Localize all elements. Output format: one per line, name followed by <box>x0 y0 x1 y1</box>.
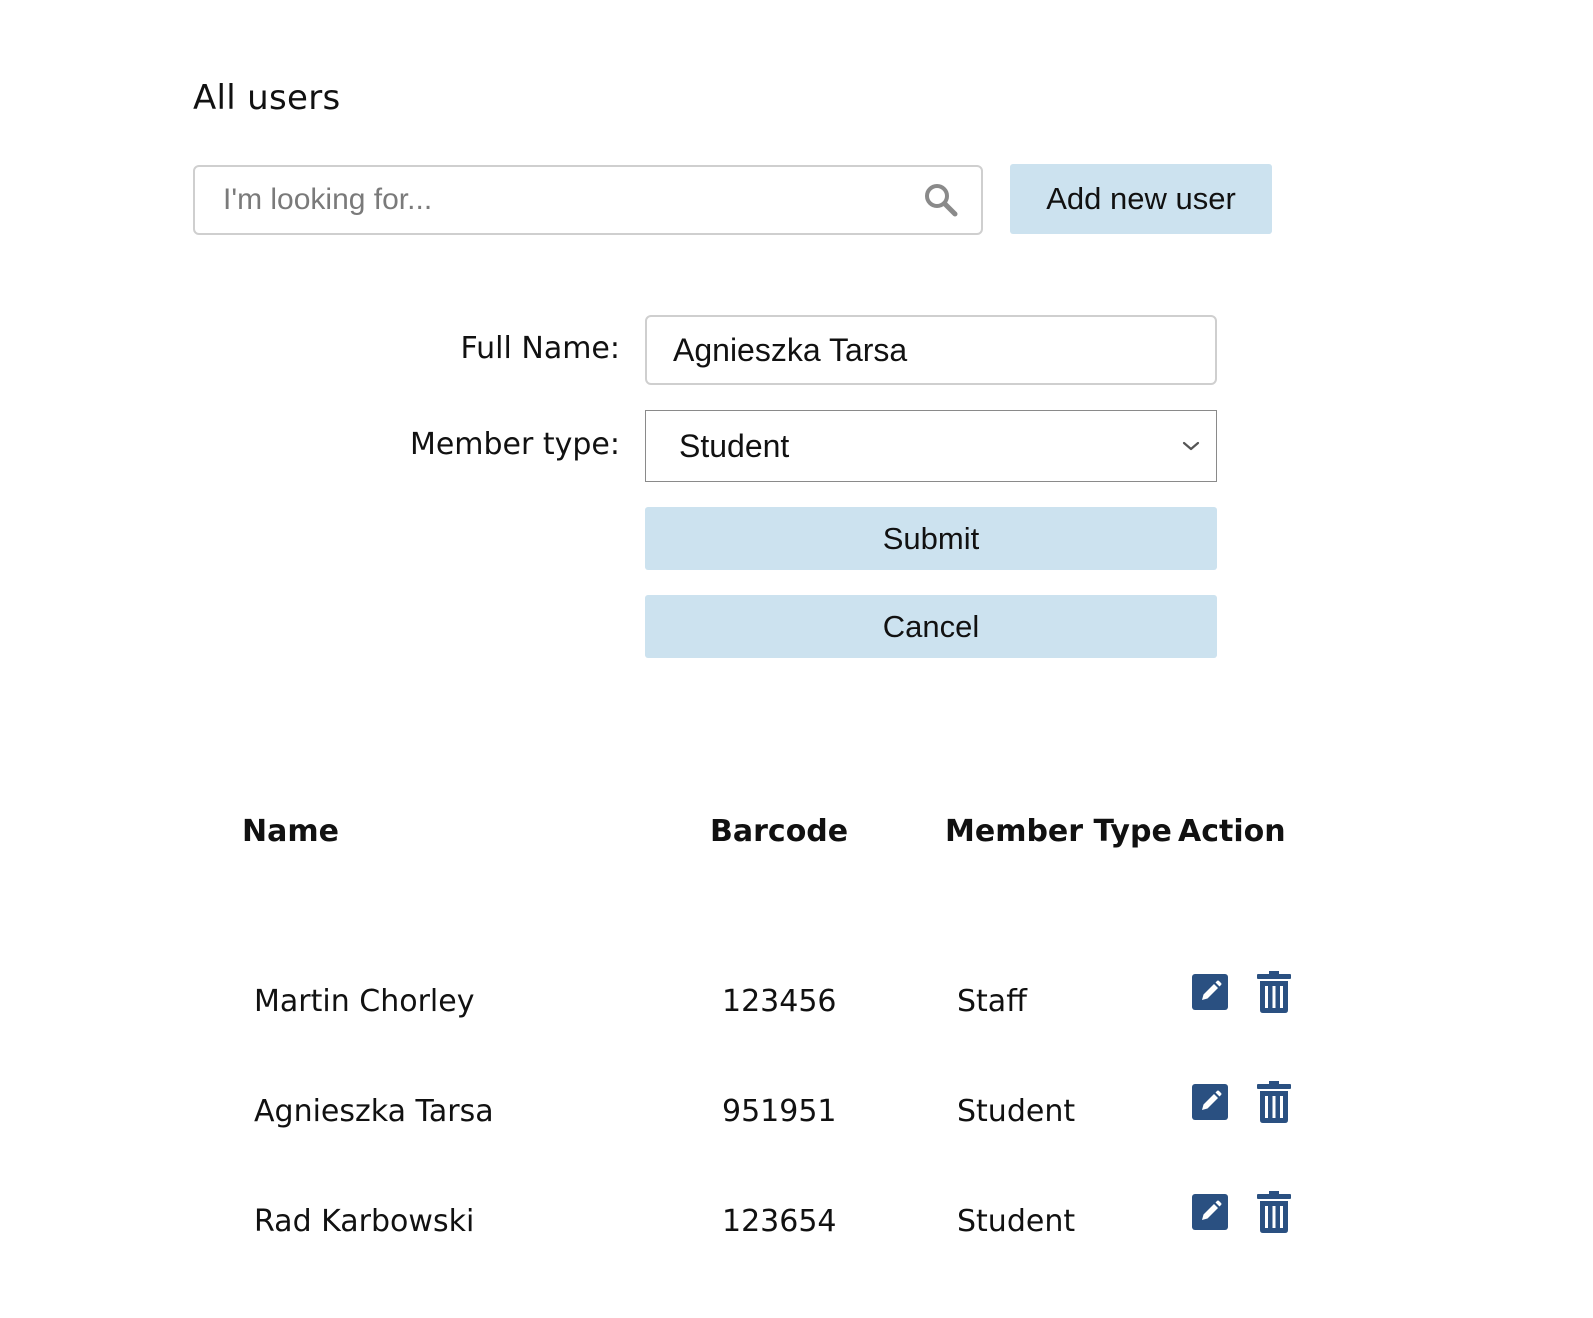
submit-button[interactable]: Submit <box>645 507 1217 570</box>
cell-member-type: Student <box>957 1094 1076 1129</box>
column-header-name[interactable]: Name <box>242 814 339 849</box>
page-title: All users <box>193 78 341 118</box>
column-header-action: Action <box>1178 814 1286 849</box>
table-row: Agnieszka Tarsa 951951 Student <box>0 1081 1593 1142</box>
search-icon[interactable] <box>921 180 961 220</box>
cell-barcode: 123654 <box>722 1204 837 1239</box>
member-type-value: Student <box>679 427 790 464</box>
search-box <box>193 165 983 235</box>
cell-member-type: Staff <box>957 984 1027 1019</box>
trash-icon[interactable] <box>1257 971 1291 1013</box>
edit-icon[interactable] <box>1192 1084 1228 1120</box>
member-type-select[interactable]: Student <box>645 410 1217 482</box>
column-header-member-type[interactable]: Member Type <box>945 814 1172 849</box>
cell-member-type: Student <box>957 1204 1076 1239</box>
column-header-barcode[interactable]: Barcode <box>710 814 848 849</box>
cell-name: Rad Karbowski <box>254 1204 475 1239</box>
edit-icon[interactable] <box>1192 974 1228 1010</box>
search-input[interactable] <box>221 169 921 231</box>
add-user-button[interactable]: Add new user <box>1010 164 1272 234</box>
trash-icon[interactable] <box>1257 1081 1291 1123</box>
table-row: Rad Karbowski 123654 Student <box>0 1191 1593 1252</box>
chevron-down-icon <box>1180 435 1202 457</box>
cell-name: Martin Chorley <box>254 984 475 1019</box>
cell-barcode: 951951 <box>722 1094 837 1129</box>
cancel-button[interactable]: Cancel <box>645 595 1217 658</box>
member-type-label: Member type: <box>409 427 620 462</box>
full-name-field[interactable] <box>645 315 1217 385</box>
table-row: Martin Chorley 123456 Staff <box>0 971 1593 1032</box>
cell-barcode: 123456 <box>722 984 837 1019</box>
cell-name: Agnieszka Tarsa <box>254 1094 494 1129</box>
edit-icon[interactable] <box>1192 1194 1228 1230</box>
full-name-label: Full Name: <box>460 331 620 366</box>
trash-icon[interactable] <box>1257 1191 1291 1233</box>
